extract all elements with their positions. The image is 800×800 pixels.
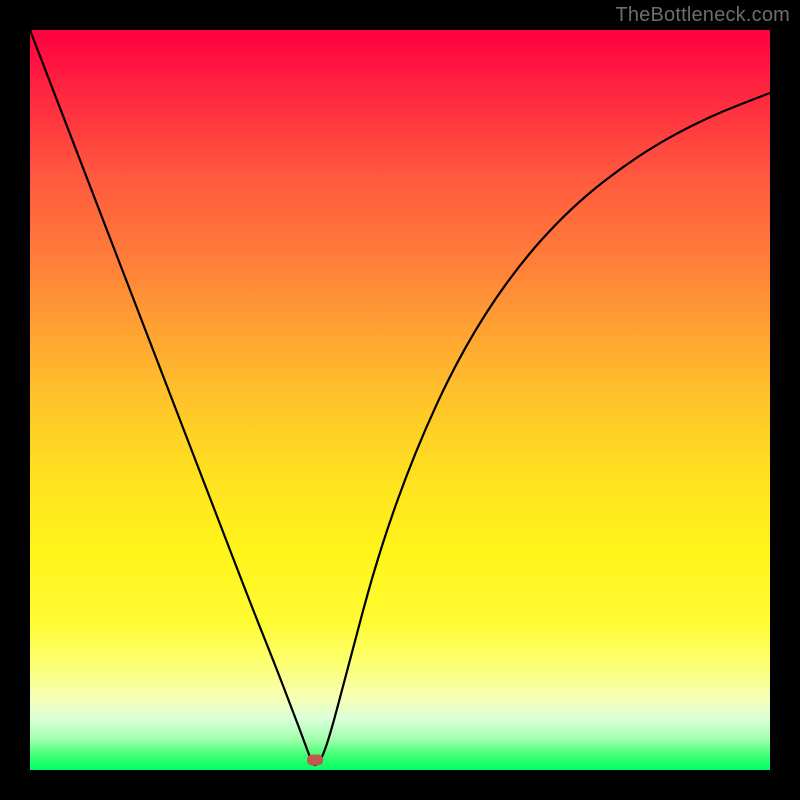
curve-path [30, 30, 770, 765]
plot-area [30, 30, 770, 770]
bottleneck-curve [30, 30, 770, 770]
optimum-marker [307, 755, 323, 766]
chart-frame: TheBottleneck.com [0, 0, 800, 800]
watermark-text: TheBottleneck.com [615, 4, 790, 27]
